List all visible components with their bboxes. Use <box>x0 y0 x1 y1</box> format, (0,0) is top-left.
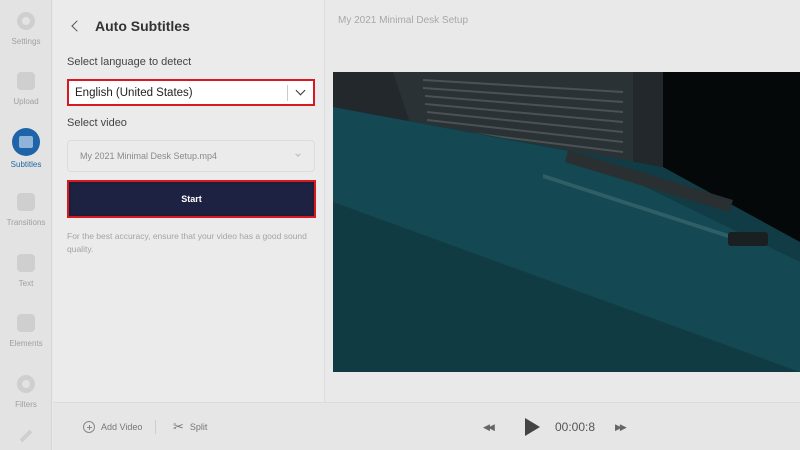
play-icon[interactable] <box>525 418 540 436</box>
back-arrow-icon[interactable] <box>71 20 83 32</box>
chevron-down-icon[interactable] <box>295 151 301 157</box>
panel-title: Auto Subtitles <box>95 18 190 34</box>
sidebar-item-label: Transitions <box>6 218 46 227</box>
language-select-value: English (United States) <box>75 86 193 99</box>
panel-header: Auto Subtitles <box>69 18 190 34</box>
playback-time: 00:00:8 <box>555 420 596 434</box>
video-frame-image <box>333 72 800 372</box>
sidebar-item-subtitles[interactable]: Subtitles <box>0 124 52 180</box>
elements-icon <box>17 314 35 332</box>
accuracy-hint: For the best accuracy, ensure that your … <box>67 231 307 255</box>
auto-subtitles-panel: Auto Subtitles Select language to detect… <box>53 0 325 402</box>
language-label: Select language to detect <box>67 56 192 68</box>
sidebar-item-transitions[interactable]: Transitions <box>0 183 52 239</box>
sidebar-item-settings[interactable]: Settings <box>0 2 52 58</box>
transitions-icon <box>17 193 35 211</box>
pencil-icon[interactable] <box>19 429 33 443</box>
sidebar-item-label: Subtitles <box>10 160 42 169</box>
video-select[interactable]: My 2021 Minimal Desk Setup.mp4 <box>67 140 315 172</box>
sidebar-item-label: Elements <box>9 339 43 348</box>
settings-icon <box>17 12 35 30</box>
sidebar-item-text[interactable]: Text <box>0 244 52 300</box>
text-icon <box>17 254 35 272</box>
language-select[interactable]: English (United States) <box>67 79 315 106</box>
preview-title: My 2021 Minimal Desk Setup <box>338 15 469 26</box>
sidebar-item-label: Settings <box>11 37 41 46</box>
start-button[interactable]: Start <box>67 180 316 218</box>
rewind-icon[interactable]: ◀◀ <box>483 422 495 433</box>
sidebar-item-filters[interactable]: Filters <box>0 365 52 421</box>
video-label: Select video <box>67 117 127 129</box>
add-video-label: Add Video <box>101 422 143 432</box>
sidebar-item-elements[interactable]: Elements <box>0 304 52 360</box>
sidebar-item-label: Text <box>18 279 34 288</box>
sidebar-item-label: Filters <box>15 400 37 409</box>
playback-toolbar: Add Video ✂ Split ◀◀ 00:00:8 ▶▶ <box>53 402 800 450</box>
sidebar-item-label: Upload <box>13 97 39 106</box>
sidebar-item-upload[interactable]: Upload <box>0 62 52 118</box>
filters-icon <box>17 375 35 393</box>
video-preview[interactable] <box>333 72 800 372</box>
sidebar-rail: Settings Upload Subtitles Transitions Te… <box>0 0 52 450</box>
start-button-label: Start <box>71 184 312 214</box>
fast-forward-icon[interactable]: ▶▶ <box>615 422 627 433</box>
split-label: Split <box>189 422 208 432</box>
select-divider <box>287 84 288 101</box>
video-select-value: My 2021 Minimal Desk Setup.mp4 <box>80 151 218 161</box>
subtitles-icon <box>12 128 40 156</box>
add-circle-icon <box>83 421 95 433</box>
chevron-down-icon[interactable] <box>295 85 306 96</box>
add-video-button[interactable]: Add Video <box>83 403 142 450</box>
toolbar-divider <box>155 420 156 434</box>
upload-icon <box>17 72 35 90</box>
split-button[interactable]: ✂ Split <box>173 403 207 450</box>
scissors-icon: ✂ <box>173 419 184 434</box>
